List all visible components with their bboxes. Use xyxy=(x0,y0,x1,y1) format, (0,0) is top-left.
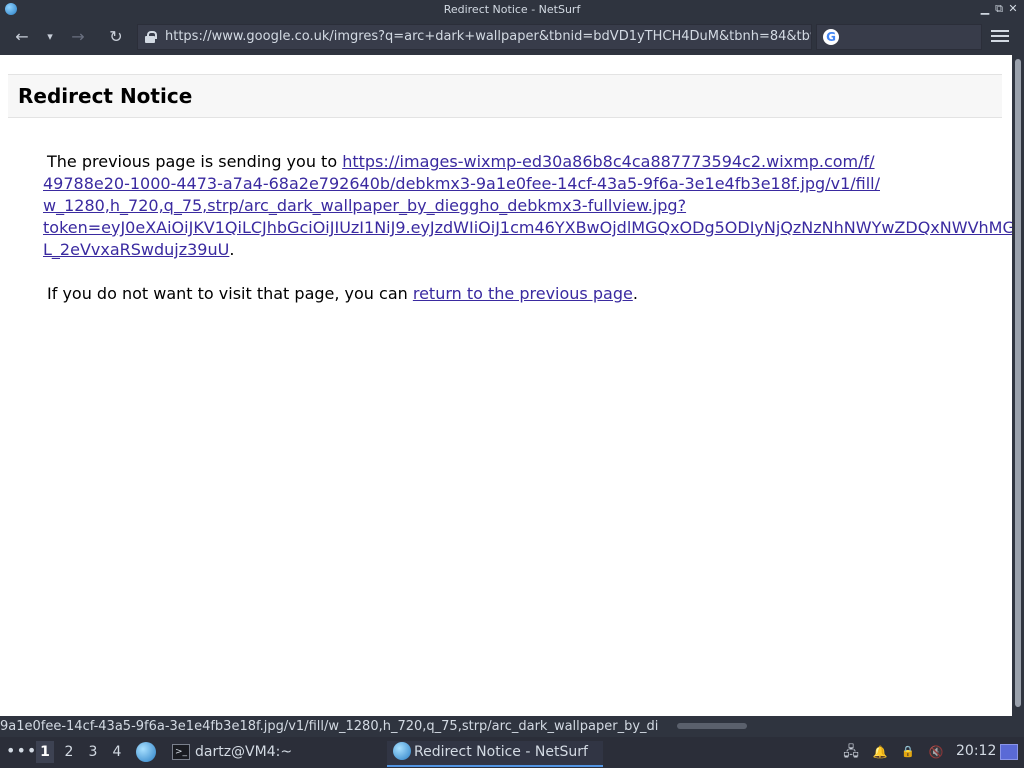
decline-text: If you do not want to visit that page, y… xyxy=(47,284,413,303)
horizontal-scrollbar[interactable] xyxy=(677,723,747,729)
terminal-task-label: dartz@VM4:~ xyxy=(195,744,293,760)
window-title: Redirect Notice - NetSurf xyxy=(443,3,581,16)
volume-muted-icon[interactable]: 🔇 xyxy=(927,743,945,761)
taskbar: ••• 1 2 3 4 >_ dartz@VM4:~ Redirect Noti… xyxy=(0,737,1024,768)
browser-task-label: Redirect Notice - NetSurf xyxy=(414,744,588,760)
lock-icon xyxy=(145,31,157,43)
close-button[interactable]: ✕ xyxy=(1007,2,1019,16)
google-icon: G xyxy=(823,29,839,45)
netsurf-task-icon xyxy=(393,742,411,760)
redirect-link-line-1[interactable]: https://images-wixmp-ed30a86b8c4ca887773… xyxy=(342,152,874,171)
maximize-button[interactable]: ⧉ xyxy=(993,2,1005,16)
browser-toolbar: ← ▾ → ↻ https://www.google.co.uk/imgres?… xyxy=(0,19,1024,55)
decline-end-period: . xyxy=(632,284,638,303)
vertical-scrollbar[interactable] xyxy=(1012,55,1024,716)
browser-launcher-icon[interactable] xyxy=(136,742,156,762)
workspace-1[interactable]: 1 xyxy=(36,741,54,763)
terminal-task[interactable]: >_ dartz@VM4:~ xyxy=(172,741,372,767)
status-text: 9a1e0fee-14cf-43a5-9f6a-3e1e4fb3e18f.jpg… xyxy=(0,719,659,734)
reload-button[interactable]: ↻ xyxy=(105,26,127,48)
search-bar[interactable]: G xyxy=(816,24,982,50)
redirect-link-line-2[interactable]: 49788e20-1000-4473-a7a4-68a2e792640b/deb… xyxy=(43,174,880,193)
redirect-link[interactable]: 49788e20-1000-4473-a7a4-68a2e792640b/deb… xyxy=(43,173,1012,261)
network-icon[interactable]: 🖧 xyxy=(842,743,860,761)
status-bar: 9a1e0fee-14cf-43a5-9f6a-3e1e4fb3e18f.jpg… xyxy=(0,716,1024,737)
lock-screen-icon[interactable]: 🔒 xyxy=(899,743,917,761)
redirect-link-line-4[interactable]: token=eyJ0eXAiOiJKV1QiLCJhbGciOiJIUzI1Ni… xyxy=(43,218,1012,237)
clock[interactable]: 20:12 xyxy=(956,743,996,759)
vertical-scrollbar-thumb[interactable] xyxy=(1015,59,1021,707)
url-text[interactable]: https://www.google.co.uk/imgres?q=arc+da… xyxy=(165,25,811,49)
hamburger-menu-icon[interactable] xyxy=(991,30,1009,44)
redirect-link-line-3[interactable]: w_1280,h_720,q_75,strp/arc_dark_wallpape… xyxy=(43,196,686,215)
page-title: Redirect Notice xyxy=(18,84,193,108)
terminal-icon: >_ xyxy=(172,744,190,760)
history-dropdown-button[interactable]: ▾ xyxy=(39,26,61,48)
decline-paragraph: If you do not want to visit that page, y… xyxy=(47,283,638,305)
url-bar[interactable]: https://www.google.co.uk/imgres?q=arc+da… xyxy=(137,24,812,50)
show-desktop-button[interactable] xyxy=(1000,744,1018,760)
redirect-link-line-5[interactable]: L_2eVvxaRSwdujz39uU xyxy=(43,240,229,259)
page-viewport: Redirect Notice The previous page is sen… xyxy=(0,55,1012,716)
browser-task[interactable]: Redirect Notice - NetSurf xyxy=(387,741,603,767)
back-button[interactable]: ← xyxy=(11,26,33,48)
workspace-2[interactable]: 2 xyxy=(60,741,78,763)
app-menu-button[interactable]: ••• xyxy=(6,741,37,760)
workspace-4[interactable]: 4 xyxy=(108,741,126,763)
page-header: Redirect Notice xyxy=(8,74,1002,118)
intro-text: The previous page is sending you to xyxy=(47,152,343,171)
link-end-period: . xyxy=(229,240,235,259)
window-titlebar: Redirect Notice - NetSurf ▁ ⧉ ✕ xyxy=(0,0,1024,19)
minimize-button[interactable]: ▁ xyxy=(979,2,991,16)
notification-bell-icon[interactable]: 🔔 xyxy=(871,743,889,761)
workspace-3[interactable]: 3 xyxy=(84,741,102,763)
forward-button[interactable]: → xyxy=(67,26,89,48)
redirect-intro: The previous page is sending you to http… xyxy=(47,151,875,173)
return-link[interactable]: return to the previous page xyxy=(413,284,633,303)
